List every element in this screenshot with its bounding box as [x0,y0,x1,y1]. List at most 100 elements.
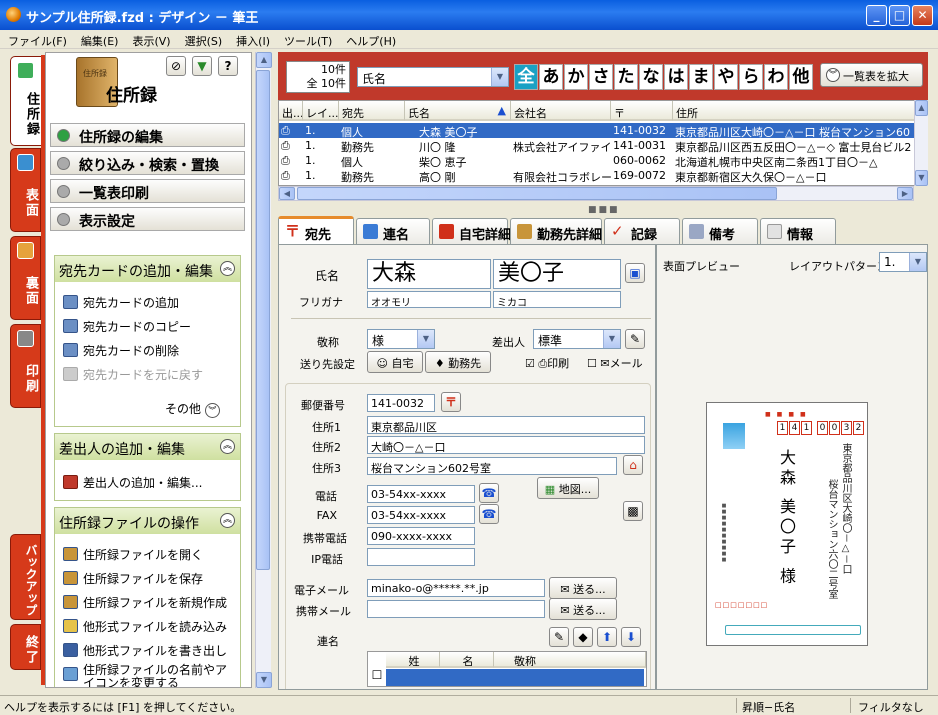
sender-select[interactable]: 標準 ▼ [533,329,621,349]
kana-filter-6[interactable]: は [664,64,688,90]
edit-sender-icon[interactable]: ✎ [625,329,645,349]
work-button[interactable]: ♦ 勤務先 [425,351,491,373]
kana-filter-3[interactable]: さ [589,64,613,90]
home-button[interactable]: ☺ 自宅 [367,351,423,373]
zip-field[interactable]: 141-0032 [367,394,435,412]
section-header[interactable]: 住所録ファイルの操作 ︽ [55,508,240,534]
sort-field-select[interactable]: 氏名 ▼ [357,67,509,87]
scroll-left-arrow[interactable]: ◀ [279,187,295,200]
col-name[interactable]: 氏名 ▲ [405,101,511,121]
side-tab-exit[interactable]: 終了 [10,624,41,670]
kana-filter-10[interactable]: わ [764,64,788,90]
kana-filter-0[interactable]: 全 [514,64,538,90]
nav-edit-addressbook[interactable]: 住所録の編集 [50,123,245,147]
side-tab-front[interactable]: 表面 [10,148,41,232]
tab-notes[interactable]: 備考 [682,218,758,244]
table-row[interactable]: ⎙ 1. 個人 大森 美〇子 141-0032 東京都品川区大崎〇－△－口 桜台マンション… [279,123,919,138]
side-tab-backup[interactable]: バックアップ [10,534,41,620]
left-panel-scrollbar[interactable]: ▲ ▼ [255,52,272,688]
mobile-mail-field[interactable] [367,600,545,618]
copy-card-link[interactable]: 宛先カードのコピー [55,314,240,338]
kana-filter-8[interactable]: や [714,64,738,90]
mail-checkbox[interactable]: ☐ ✉メール [587,355,643,371]
kana-filter-7[interactable]: ま [689,64,713,90]
phone-icon[interactable]: ☎ [479,483,499,503]
tab-home-detail[interactable]: 自宅詳細 [432,218,511,244]
send-mobile-mail-button[interactable]: ✉ 送る... [549,598,617,620]
mobile-field[interactable]: 090-xxxx-xxxx [367,527,475,545]
tab-address[interactable]: 〒宛先 [278,216,354,244]
menu-help[interactable]: ヘルプ(H) [338,30,402,49]
col-zip[interactable]: 〒 [611,101,673,121]
kana-filter-11[interactable]: 他 [789,64,813,90]
privacy-icon[interactable]: ⊘ [166,56,186,76]
col-company[interactable]: 会社名 [511,101,611,121]
sender-edit-link[interactable]: 差出人の追加・編集... [55,470,240,494]
open-file-link[interactable]: 住所録ファイルを開く [55,542,240,566]
kana-filter-5[interactable]: な [639,64,663,90]
tab-work-detail[interactable]: 勤務先詳細 [510,218,602,244]
hscroll-thumb[interactable] [297,187,777,200]
ip-phone-field[interactable] [367,548,475,566]
collapse-icon[interactable]: ︽ [220,261,235,276]
layout-pattern-select[interactable]: 1. ▼ [879,252,927,272]
map-button[interactable]: ▦ 地図... [537,477,599,499]
expand-list-button[interactable]: ︾ 一覧表を拡大 [820,63,923,87]
renmei-row[interactable] [386,669,644,686]
pane-splitter[interactable]: ■■■ [278,202,928,215]
edit-renmei-icon[interactable]: ✎ [549,627,569,647]
menu-view[interactable]: 表示(V) [124,30,176,49]
app-icon[interactable] [6,7,21,22]
table-vscroll[interactable]: ▲ ▼ [914,100,928,186]
side-tab-back[interactable]: 裏面 [10,236,41,320]
kana-filter-2[interactable]: か [564,64,588,90]
minimize-button[interactable]: _ [866,5,887,26]
kana-filter-1[interactable]: あ [539,64,563,90]
nav-filter-search[interactable]: 絞り込み・検索・置換 [50,151,245,175]
nav-display-settings[interactable]: 表示設定 [50,207,245,231]
undo-card-link[interactable]: 宛先カードを元に戻す [55,362,240,386]
table-row[interactable]: ⎙ 1. 勤務先 川〇 隆 株式会社アイファイブ141-0031 東京都品川区西五反田〇－… [279,138,919,153]
home-address-icon[interactable]: ⌂ [623,455,643,475]
more-link[interactable]: その他 ︾ [165,400,220,418]
last-kana-field[interactable]: オオモリ [367,291,491,308]
renmei-checkbox[interactable]: ☐ [368,668,386,686]
rename-file-link[interactable]: 住所録ファイルの名前やアイコンを変更する [55,662,235,687]
maximize-button[interactable]: □ [889,5,910,26]
first-name-field[interactable]: 美〇子 [493,259,621,289]
delete-card-link[interactable]: 宛先カードの削除 [55,338,240,362]
table-row[interactable]: ⎙ 1. 個人 柴〇 恵子 060-0062 北海道札幌市中央区南二条西1丁目〇－△ [279,153,919,168]
collapse-icon[interactable]: ︽ [220,439,235,454]
add-card-link[interactable]: 宛先カードの追加 [55,290,240,314]
col-layout[interactable]: レイ... [303,101,339,121]
nav-list-print[interactable]: 一覧表印刷 [50,179,245,203]
beginner-icon[interactable]: ▼ [192,56,212,76]
scroll-up-arrow[interactable]: ▲ [915,100,928,116]
export-link[interactable]: 他形式ファイルを書き出し [55,638,240,662]
help-icon[interactable]: ? [218,56,238,76]
col-dest[interactable]: 宛先 [339,101,405,121]
scroll-down-arrow[interactable]: ▼ [256,672,272,688]
menu-edit[interactable]: 編集(E) [73,30,125,49]
move-up-icon[interactable]: ⬆ [597,627,617,647]
save-file-link[interactable]: 住所録ファイルを保存 [55,566,240,590]
section-header[interactable]: 差出人の追加・編集 ︽ [55,434,240,460]
collapse-icon[interactable]: ︽ [220,513,235,528]
side-tab-print[interactable]: 印刷 [10,324,41,408]
new-file-link[interactable]: 住所録ファイルを新規作成 [55,590,240,614]
scroll-right-arrow[interactable]: ▶ [897,187,913,200]
tab-record[interactable]: ✓ 記録 [604,218,680,244]
kana-filter-9[interactable]: ら [739,64,763,90]
import-link[interactable]: 他形式ファイルを読み込み [55,614,240,638]
zip-lookup-icon[interactable]: 〒 [441,392,461,412]
fax-icon[interactable]: ☎ [479,504,499,524]
col-address[interactable]: 住所 [673,101,919,121]
save-icon[interactable]: ▣ [625,263,645,283]
tab-joint-names[interactable]: 連名 [356,218,430,244]
last-name-field[interactable]: 大森 [367,259,491,289]
addr2-field[interactable]: 大崎〇－△－口 [367,436,645,454]
menu-file[interactable]: ファイル(F) [0,30,73,49]
menu-insert[interactable]: 挿入(I) [228,30,276,49]
qr-code-icon[interactable]: ▩ [623,501,643,521]
scroll-down-arrow[interactable]: ▼ [915,170,928,186]
